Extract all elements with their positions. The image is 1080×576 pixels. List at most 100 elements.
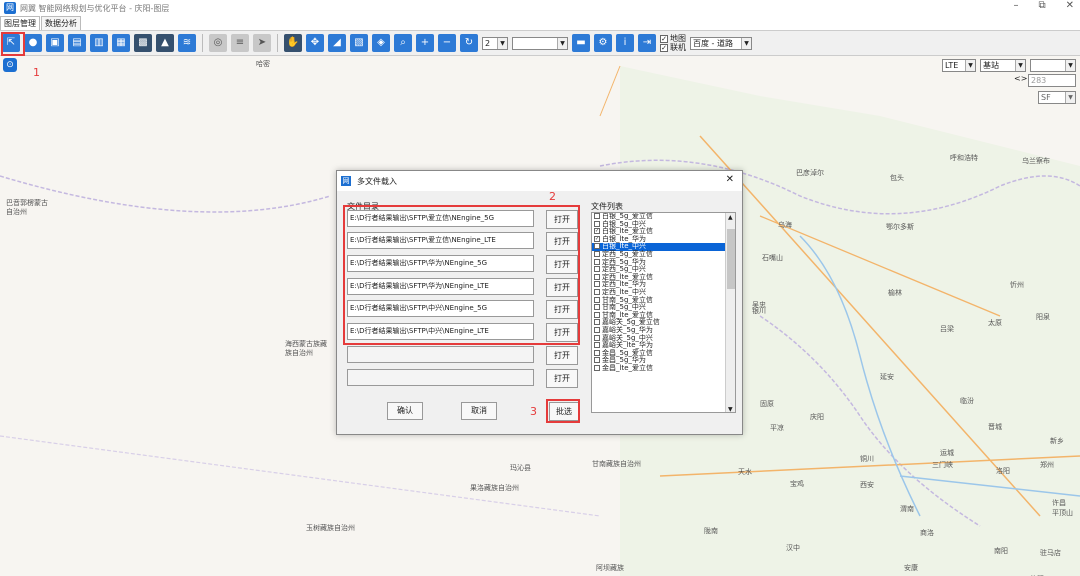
chevron-down-icon[interactable]: ▼ [728, 406, 733, 412]
map-checkbox[interactable]: ✓ 地图 [660, 34, 686, 43]
path-field[interactable] [347, 369, 534, 386]
path-field[interactable] [347, 346, 534, 363]
nav-arrows[interactable]: <> [1014, 74, 1027, 83]
file-checkbox[interactable] [594, 266, 600, 273]
file-checkbox[interactable] [594, 250, 600, 257]
open-button[interactable]: 打开 [546, 346, 578, 365]
file-checkbox[interactable] [594, 326, 600, 333]
map-icon[interactable]: ▧ [350, 34, 368, 52]
close-button[interactable]: ✕ [1066, 0, 1074, 11]
map-label: 平凉 [770, 424, 784, 432]
file-checkbox[interactable] [594, 304, 600, 311]
layer-pin-icon[interactable]: ● [24, 34, 42, 52]
app-logo-icon: 网 [4, 2, 16, 14]
checkbox-icon: ✓ [660, 34, 668, 43]
zoom-icon[interactable]: ⌕ [394, 34, 412, 52]
file-checkbox[interactable]: ✓ [594, 243, 600, 250]
file-list-scrollbar[interactable]: ▲ ▼ [725, 213, 735, 412]
menu-tabs: 图层管理 数据分析 [0, 16, 82, 30]
zoom-out-icon[interactable]: − [438, 34, 456, 52]
file-list[interactable]: 白银_5g_爱立信 白银_5g_中兴 ✓ 白银_lte_爱立信 ✓ 白银_lte_华为 ✓ 白… [591, 212, 736, 413]
dialog-close-icon[interactable]: ✕ [726, 174, 734, 185]
site-type-value: 基站 [983, 61, 999, 70]
cancel-button[interactable]: 取消 [461, 402, 497, 420]
map-label: 忻州 [1010, 281, 1024, 289]
layer-select[interactable]: 2 ▼ [482, 36, 508, 50]
file-checkbox[interactable]: ✓ [594, 235, 600, 242]
map-label: 安康 [904, 564, 918, 572]
layer-b-icon[interactable]: ▤ [68, 34, 86, 52]
map-label: 郑州 [1040, 461, 1054, 469]
file-list-item[interactable]: 金昌_lte_爱立信 [592, 364, 735, 373]
file-checkbox[interactable] [594, 281, 600, 288]
file-checkbox[interactable] [594, 273, 600, 280]
tab-layer-management[interactable]: 图层管理 [0, 16, 40, 30]
chevron-down-icon: ▼ [1065, 92, 1075, 103]
layer-a-icon[interactable]: ▣ [46, 34, 64, 52]
file-checkbox[interactable] [594, 296, 600, 303]
minimize-button[interactable]: – [1013, 0, 1018, 11]
count-field[interactable]: 283 [1028, 74, 1076, 87]
map-label: 运城 [940, 449, 954, 457]
restore-button[interactable]: ⧉ [1038, 0, 1045, 11]
map-label: 商洛 [920, 529, 934, 537]
sf-select[interactable]: SF ▼ [1038, 91, 1076, 104]
network-select[interactable]: LTE ▼ [942, 59, 976, 72]
site-type-select[interactable]: 基站 ▼ [980, 59, 1026, 72]
open-button[interactable]: 打开 [546, 369, 578, 388]
file-checkbox[interactable] [594, 334, 600, 341]
map-label: 包头 [890, 174, 904, 182]
online-checkbox[interactable]: ✓ 联机 [660, 43, 686, 52]
chevron-down-icon: ▼ [557, 37, 567, 49]
map-label: 驻马店 [1040, 549, 1061, 557]
pointer-icon[interactable]: ➤ [253, 34, 271, 52]
online-checkbox-label: 联机 [670, 43, 686, 52]
measure-icon[interactable]: ◢ [328, 34, 346, 52]
exit-icon[interactable]: ⇥ [638, 34, 656, 52]
info-icon[interactable]: i [616, 34, 634, 52]
map-source-select[interactable]: 百度 - 道路 ▼ [690, 36, 752, 50]
annotation-box-2 [343, 205, 580, 345]
file-checkbox[interactable]: ✓ [594, 228, 600, 235]
zoom-region-icon[interactable]: ◎ [209, 34, 227, 52]
gear-icon[interactable]: ⚙ [594, 34, 612, 52]
map-label: 铜川 [860, 455, 874, 463]
map-label: 庆阳 [810, 413, 824, 421]
map-label: 固原 [760, 400, 774, 408]
chevron-down-icon: ▼ [741, 37, 751, 49]
map-label: 吕梁 [940, 325, 954, 333]
file-checkbox[interactable] [594, 213, 600, 219]
tab-data-analysis[interactable]: 数据分析 [41, 16, 81, 30]
map-compass-icon[interactable]: ⊙ [3, 58, 17, 72]
file-checkbox[interactable] [594, 288, 600, 295]
image-icon[interactable]: ▲ [156, 34, 174, 52]
layer-d-icon[interactable]: ▦ [112, 34, 130, 52]
confirm-button[interactable]: 确认 [387, 402, 423, 420]
file-checkbox[interactable] [594, 311, 600, 318]
layer-c-icon[interactable]: ▥ [90, 34, 108, 52]
extra-select[interactable]: ▼ [1030, 59, 1076, 72]
map-label: 海西蒙古族藏族自治州 [285, 340, 327, 357]
map-label: 吴忠 [752, 301, 766, 309]
dialog-app-icon: 网 [341, 176, 351, 186]
file-checkbox[interactable] [594, 258, 600, 265]
file-checkbox[interactable] [594, 357, 600, 364]
zoom-in-icon[interactable]: + [416, 34, 434, 52]
file-checkbox[interactable] [594, 220, 600, 227]
file-checkbox[interactable] [594, 342, 600, 349]
hand-icon[interactable]: ✋ [284, 34, 302, 52]
empty-select[interactable]: ▼ [512, 36, 568, 50]
wifi-icon[interactable]: ≋ [178, 34, 196, 52]
pan-icon[interactable]: ✥ [306, 34, 324, 52]
scrollbar-thumb[interactable] [727, 229, 735, 289]
print-icon[interactable]: ▬ [572, 34, 590, 52]
layers-icon[interactable]: ≡ [231, 34, 249, 52]
file-checkbox[interactable] [594, 319, 600, 326]
map-source-value: 百度 - 道路 [693, 38, 733, 48]
file-checkbox[interactable] [594, 349, 600, 356]
building-icon[interactable]: ▩ [134, 34, 152, 52]
file-checkbox[interactable] [594, 364, 600, 371]
refresh-icon[interactable]: ↻ [460, 34, 478, 52]
cube-icon[interactable]: ◈ [372, 34, 390, 52]
chevron-up-icon[interactable]: ▲ [728, 214, 733, 221]
